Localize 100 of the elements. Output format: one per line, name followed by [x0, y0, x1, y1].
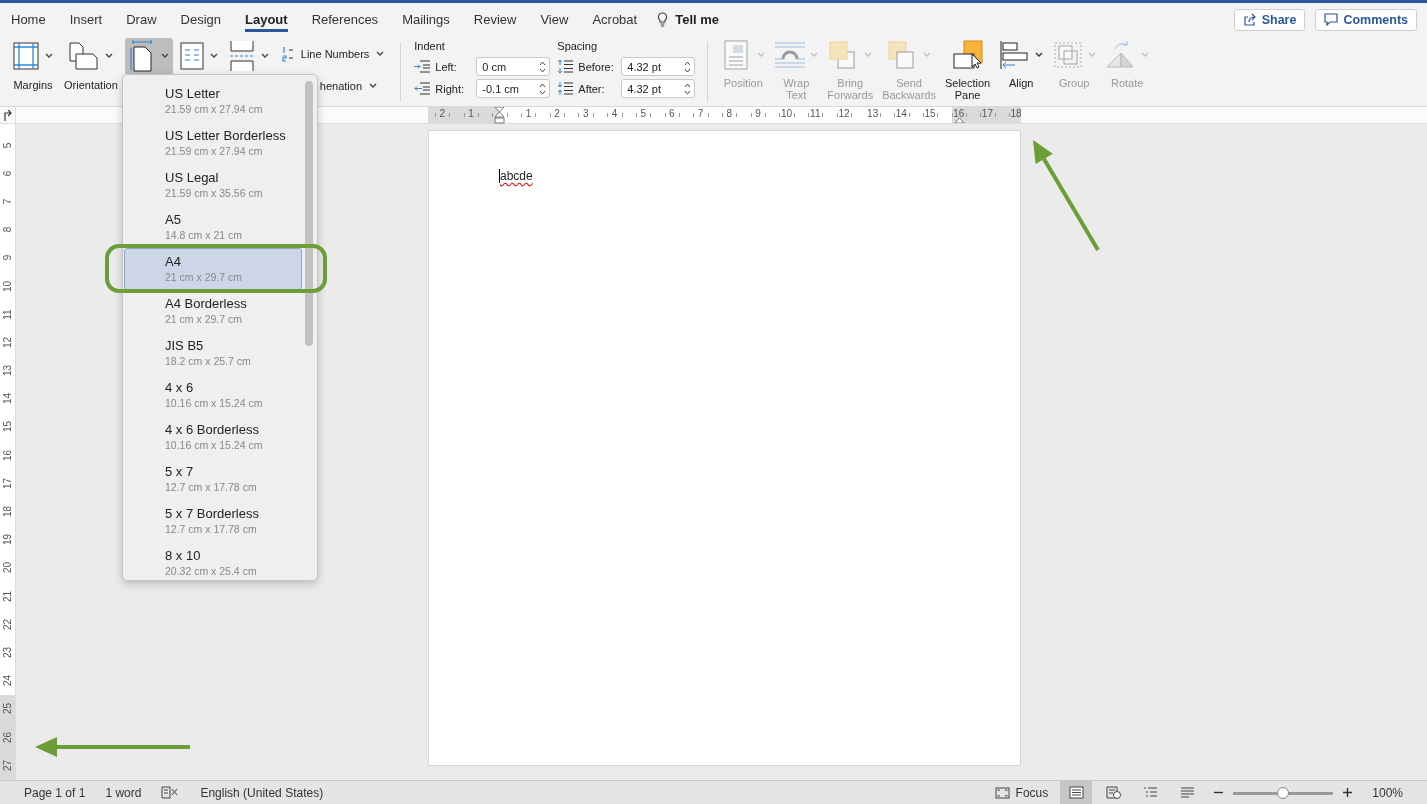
margins-button[interactable]: Margins — [9, 38, 57, 94]
page-size-option[interactable]: US Letter 21.59 cm x 27.94 cm — [124, 80, 302, 122]
page-lines-icon — [1068, 786, 1084, 799]
share-button[interactable]: Share — [1233, 8, 1306, 31]
page-size-option[interactable]: 5 x 7 12.7 cm x 17.78 cm — [124, 458, 302, 500]
ruler-number: 2 — [553, 109, 561, 119]
hyphenation-button[interactable]: henation — [319, 76, 385, 96]
outline-lines-icon — [1142, 786, 1158, 799]
ruler-number: 19 — [2, 534, 13, 546]
ruler-number: 2 — [438, 109, 447, 119]
caret-icon — [923, 52, 931, 58]
indent-field[interactable]: 0 cm — [476, 57, 551, 76]
align-button[interactable]: Align — [999, 38, 1044, 89]
size-button[interactable] — [124, 38, 173, 75]
zoom-in-icon[interactable] — [1343, 788, 1353, 797]
tell-me-search[interactable]: Tell me — [675, 12, 720, 27]
caret-icon — [160, 53, 169, 59]
ruler-number: 12 — [2, 336, 13, 348]
caret-icon — [1088, 52, 1097, 58]
caret-icon — [810, 52, 819, 58]
ruler-number: 20 — [2, 562, 13, 574]
comment-icon — [1324, 13, 1339, 26]
margins-icon — [13, 42, 39, 70]
page-size-option[interactable]: A4 Borderless 21 cm x 29.7 cm — [124, 290, 302, 332]
page-size-option[interactable]: JIS B5 18.2 cm x 25.7 cm — [124, 332, 302, 374]
ruler-number: 16 — [2, 449, 13, 461]
page-size-option[interactable]: 5 x 7 Borderless 12.7 cm x 17.78 cm — [124, 500, 302, 542]
ruler-number: 10 — [2, 280, 13, 292]
ribbon-tab[interactable]: Draw — [126, 7, 157, 32]
page-size-option[interactable]: 4 x 6 10.16 cm x 15.24 cm — [124, 374, 302, 416]
page-size-option[interactable]: US Letter Borderless 21.59 cm x 27.94 cm — [124, 122, 302, 164]
caret-icon — [1141, 52, 1150, 58]
spacing-field[interactable]: 4.32 pt — [621, 79, 696, 98]
ruler-number: 18 — [2, 505, 13, 518]
ruler-number: 18 — [1009, 109, 1023, 119]
ruler-number: 15 — [2, 421, 13, 433]
word-count[interactable]: 1 word — [105, 785, 142, 800]
ruler-number: 17 — [980, 109, 994, 119]
ruler-number: 25 — [2, 703, 13, 715]
caret-icon — [376, 51, 385, 57]
print-layout-button[interactable] — [1060, 781, 1093, 804]
ruler-number: 4 — [610, 109, 619, 119]
orientation-icon — [68, 42, 99, 70]
ruler-number: 5 — [639, 109, 647, 119]
stepper-icon[interactable] — [684, 59, 692, 74]
line-numbers-button[interactable]: Line Numbers — [281, 44, 385, 64]
ruler-number: 9 — [2, 255, 13, 261]
tab-stop-icon[interactable] — [3, 109, 12, 121]
ruler-number: 22 — [2, 618, 13, 630]
breaks-icon — [228, 41, 255, 71]
group-title: Indent — [414, 40, 446, 54]
page-count[interactable]: Page 1 of 1 — [24, 785, 86, 800]
indent-marker-icon[interactable] — [494, 107, 506, 124]
caret-icon — [864, 52, 873, 58]
group-icon — [1052, 40, 1085, 70]
proofing-icon[interactable] — [161, 786, 179, 799]
ribbon-tab[interactable]: Layout — [245, 7, 288, 32]
stepper-icon[interactable] — [539, 59, 547, 74]
ruler-number: 17 — [2, 477, 13, 489]
ruler-number: 12 — [837, 109, 851, 119]
columns-icon — [179, 42, 204, 70]
page-size-option[interactable]: A4 21 cm x 29.7 cm — [124, 248, 302, 290]
ruler-number: 16 — [952, 109, 966, 119]
ribbon-tab[interactable]: References — [311, 7, 379, 32]
focus-icon — [994, 786, 1010, 799]
ribbon-tab[interactable]: Acrobat — [592, 7, 638, 32]
page-size-option[interactable]: A5 14.8 cm x 21 cm — [124, 206, 302, 248]
language-status[interactable]: English (United States) — [200, 785, 324, 800]
indent-left-icon — [414, 60, 431, 73]
zoom-percentage[interactable]: 100% — [1372, 785, 1403, 800]
comments-button[interactable]: Comments — [1315, 8, 1417, 31]
scrollbar-thumb[interactable] — [305, 81, 313, 346]
ribbon-tab[interactable]: Mailings — [402, 7, 450, 32]
focus-button[interactable]: Focus — [994, 785, 1049, 800]
ribbon-tab[interactable]: Home — [11, 7, 46, 32]
space-after-icon — [557, 82, 574, 95]
orientation-button[interactable]: Orientation — [60, 38, 122, 94]
wrap-text-icon — [774, 40, 807, 70]
indent-field[interactable]: -0.1 cm — [476, 79, 551, 98]
page-size-option[interactable]: 4 x 6 Borderless 10.16 cm x 15.24 cm — [124, 416, 302, 458]
ruler-number: 26 — [2, 731, 13, 743]
ribbon-tab[interactable]: View — [540, 7, 569, 32]
selection-pane-button[interactable]: Selection Pane — [944, 38, 991, 101]
ruler-number: 13 — [2, 365, 13, 377]
ruler-number: 1 — [524, 109, 533, 119]
globe-page-icon — [1105, 786, 1121, 799]
indent-right-icon — [414, 82, 431, 95]
stepper-icon[interactable] — [539, 81, 547, 96]
ribbon-tab[interactable]: Review — [473, 7, 517, 32]
ruler-number: 8 — [2, 226, 13, 233]
ribbon-tab[interactable]: Insert — [69, 7, 103, 32]
page-size-option[interactable]: 8 x 10 20.32 cm x 25.4 cm — [124, 542, 302, 584]
ribbon-tab[interactable]: Design — [180, 7, 221, 32]
spacing-field[interactable]: 4.32 pt — [621, 57, 696, 76]
caret-icon — [369, 83, 378, 89]
ruler-number: 23 — [2, 646, 13, 659]
ruler-number: 24 — [2, 675, 13, 687]
line-numbers-icon — [281, 46, 294, 62]
page-size-option[interactable]: US Legal 21.59 cm x 35.56 cm — [124, 164, 302, 206]
stepper-icon[interactable] — [684, 81, 692, 96]
